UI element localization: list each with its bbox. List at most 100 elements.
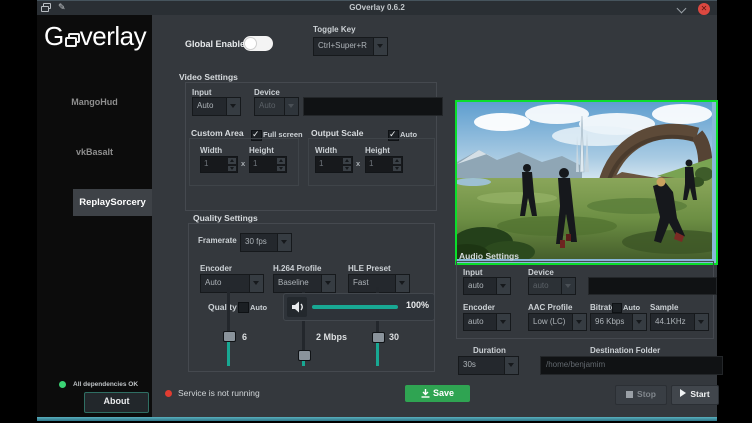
stop-icon — [626, 391, 633, 398]
hle-preset-value: Fast — [349, 275, 395, 292]
save-button[interactable]: Save — [405, 385, 470, 402]
chevron-down-icon[interactable] — [373, 38, 387, 55]
custom-width-spinbox[interactable]: 1 — [200, 156, 238, 173]
chevron-down-icon[interactable] — [277, 234, 291, 251]
bitrate-auto-checkbox[interactable] — [612, 303, 622, 313]
hle-preset-select[interactable]: Fast — [348, 274, 410, 293]
quality-slider-value: 6 — [242, 332, 247, 342]
bitrate-value: 96 Kbps — [591, 314, 632, 330]
start-icon — [680, 389, 686, 397]
duration-select[interactable]: 30s — [458, 356, 519, 375]
scale-height-value: 1 — [366, 157, 392, 172]
aac-profile-select[interactable]: Low (LC) — [528, 313, 587, 331]
framerate-value: 30 fps — [241, 234, 277, 251]
quality-slider-fill — [227, 340, 230, 366]
sidebar-item-vkbasalt[interactable]: vkBasalt — [37, 147, 152, 157]
start-button[interactable]: Start — [671, 385, 719, 405]
video-input-label: Input — [192, 88, 212, 97]
video-input-value: Auto — [193, 98, 226, 115]
audio-device-label: Device — [528, 268, 554, 277]
audio-settings-title: Audio Settings — [459, 251, 519, 261]
quality-label: Quality — [208, 302, 237, 312]
scale-height-spinbox[interactable]: 1 — [365, 156, 403, 173]
logo-layers-icon — [65, 33, 79, 47]
custom-width-value: 1 — [201, 157, 227, 172]
logo-text-right: verlay — [80, 21, 146, 52]
global-enable-toggle[interactable] — [243, 36, 273, 51]
chevron-down-icon[interactable] — [321, 275, 335, 292]
start-button-label: Start — [690, 389, 709, 399]
audio-encoder-value: auto — [464, 314, 496, 330]
framerate-select[interactable]: 30 fps — [240, 233, 292, 252]
sidebar-item-replaysorcery[interactable]: ReplaySorcery — [73, 189, 152, 216]
output-scale-title: Output Scale — [311, 128, 363, 138]
video-device-field[interactable] — [303, 97, 443, 116]
spinner-buttons[interactable] — [342, 157, 352, 172]
h264-profile-value: Baseline — [274, 275, 321, 292]
chevron-down-icon[interactable] — [226, 98, 240, 115]
service-status-dot — [165, 390, 172, 397]
audio-device-value: auto — [529, 278, 561, 294]
custom-height-spinbox[interactable]: 1 — [249, 156, 287, 173]
framerate-label: Framerate — [198, 236, 237, 245]
chevron-down-icon — [284, 98, 298, 115]
video-device-value: Auto — [255, 98, 284, 115]
audio-device-select[interactable]: auto — [528, 277, 576, 295]
encoder-label: Encoder — [200, 264, 232, 273]
encoder-select[interactable]: Auto — [200, 274, 264, 293]
chevron-down-icon[interactable] — [249, 275, 263, 292]
video-device-label: Device — [254, 88, 280, 97]
speaker-icon[interactable] — [287, 297, 307, 317]
sample-value: 44.1KHz — [651, 314, 694, 330]
sidebar-item-mangohud[interactable]: MangoHud — [37, 97, 152, 107]
quality-auto-checkbox[interactable] — [238, 302, 249, 313]
sample-select[interactable]: 44.1KHz — [650, 313, 709, 331]
chevron-down-icon[interactable] — [496, 278, 510, 294]
dimension-separator: x — [241, 159, 245, 168]
bitrate-slider-value: 2 Mbps — [316, 332, 347, 342]
chevron-down-icon — [561, 278, 575, 294]
audio-encoder-select[interactable]: auto — [463, 313, 511, 331]
service-status-text: Service is not running — [178, 388, 260, 398]
save-button-label: Save — [433, 388, 454, 398]
chevron-down-icon[interactable] — [496, 314, 510, 330]
h264-profile-label: H.264 Profile — [273, 264, 321, 273]
desktop-panel-edge — [37, 417, 717, 421]
spinner-buttons[interactable] — [276, 157, 286, 172]
volume-slider[interactable] — [312, 305, 398, 309]
chevron-down-icon[interactable] — [395, 275, 409, 292]
audio-input-select[interactable]: auto — [463, 277, 511, 295]
toggle-key-value: Ctrl+Super+R — [314, 38, 373, 55]
toggle-key-label: Toggle Key — [313, 25, 356, 34]
video-input-select[interactable]: Auto — [192, 97, 241, 116]
video-device-select[interactable]: Auto — [254, 97, 299, 116]
game-preview-image — [457, 102, 712, 259]
toggle-knob — [244, 37, 257, 50]
title-bar[interactable]: ✎ GOverlay 0.6.2 ✕ — [37, 0, 717, 15]
quality-slider-handle[interactable] — [223, 331, 236, 342]
hle-preset-label: HLE Preset — [348, 264, 391, 273]
spinner-buttons[interactable] — [392, 157, 402, 172]
chevron-down-icon[interactable] — [694, 314, 708, 330]
audio-input-label: Input — [463, 268, 483, 277]
aac-profile-label: AAC Profile — [528, 303, 572, 312]
capture-preview — [455, 100, 718, 265]
chevron-down-icon[interactable] — [504, 357, 518, 374]
bitrate-select[interactable]: 96 Kbps — [590, 313, 647, 331]
toggle-key-select[interactable]: Ctrl+Super+R — [313, 37, 388, 56]
scale-height-label: Height — [365, 146, 390, 155]
audio-device-field[interactable] — [588, 277, 717, 295]
stop-button-label: Stop — [637, 389, 656, 399]
chevron-down-icon[interactable] — [572, 314, 586, 330]
destination-folder-field[interactable]: /home/benjamim — [540, 356, 723, 375]
scale-width-spinbox[interactable]: 1 — [315, 156, 353, 173]
spinner-buttons[interactable] — [227, 157, 237, 172]
chevron-down-icon[interactable] — [632, 314, 646, 330]
gop-slider-handle[interactable] — [372, 332, 385, 343]
close-icon[interactable]: ✕ — [698, 3, 710, 15]
audio-input-value: auto — [464, 278, 496, 294]
stop-button[interactable]: Stop — [615, 385, 667, 405]
bitrate-slider-handle[interactable] — [298, 350, 311, 361]
about-button[interactable]: About — [84, 392, 149, 413]
video-settings-title: Video Settings — [179, 72, 238, 82]
